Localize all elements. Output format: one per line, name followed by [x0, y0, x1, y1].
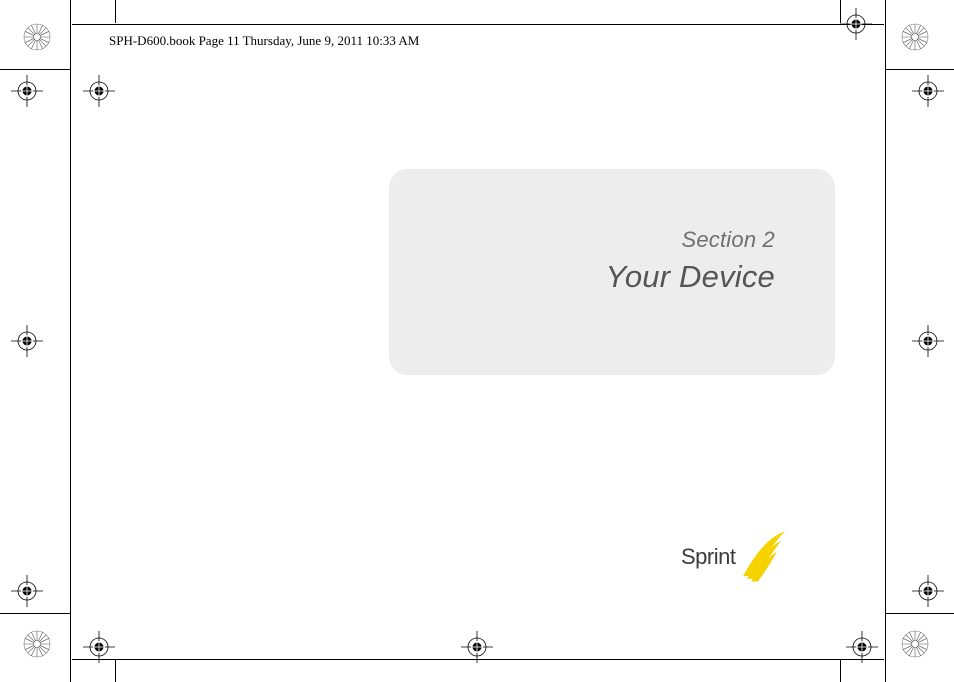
- crop-line-left-inner: [115, 0, 116, 23]
- crop-line-top: [72, 24, 884, 25]
- crop-line-right: [885, 0, 886, 682]
- registration-mark-icon: [11, 75, 43, 107]
- sprint-brand-text: Sprint: [681, 544, 735, 570]
- registration-mark-icon: [846, 631, 878, 663]
- registration-mark-icon: [461, 631, 493, 663]
- crop-line-top-left: [0, 69, 70, 70]
- crop-line-top-right: [886, 69, 954, 70]
- sprint-logo: Sprint: [681, 530, 791, 578]
- registration-mark-icon: [83, 75, 115, 107]
- section-label: Section 2: [389, 227, 775, 253]
- crop-line-right-inner-bottom: [840, 660, 841, 682]
- crop-line-left: [70, 0, 71, 682]
- dial-mark-bottom-right: [900, 629, 930, 659]
- dial-mark-bottom-left: [22, 629, 52, 659]
- dial-mark-top-left: [22, 22, 52, 52]
- crop-line-left-inner-bottom: [115, 660, 116, 682]
- dial-mark-top-right: [900, 22, 930, 52]
- registration-mark-icon: [11, 325, 43, 357]
- registration-mark-icon: [912, 575, 944, 607]
- registration-mark-icon: [912, 325, 944, 357]
- registration-mark-icon: [83, 631, 115, 663]
- registration-mark-icon: [912, 75, 944, 107]
- registration-mark-icon: [840, 8, 872, 40]
- registration-mark-icon: [11, 575, 43, 607]
- section-title-card: Section 2 Your Device: [389, 169, 835, 375]
- crop-line-bottom-right: [886, 613, 954, 614]
- crop-line-bottom-left: [0, 613, 70, 614]
- page-meta-header: SPH-D600.book Page 11 Thursday, June 9, …: [109, 33, 419, 49]
- section-title: Your Device: [389, 259, 775, 295]
- sprint-wing-icon: [739, 530, 791, 584]
